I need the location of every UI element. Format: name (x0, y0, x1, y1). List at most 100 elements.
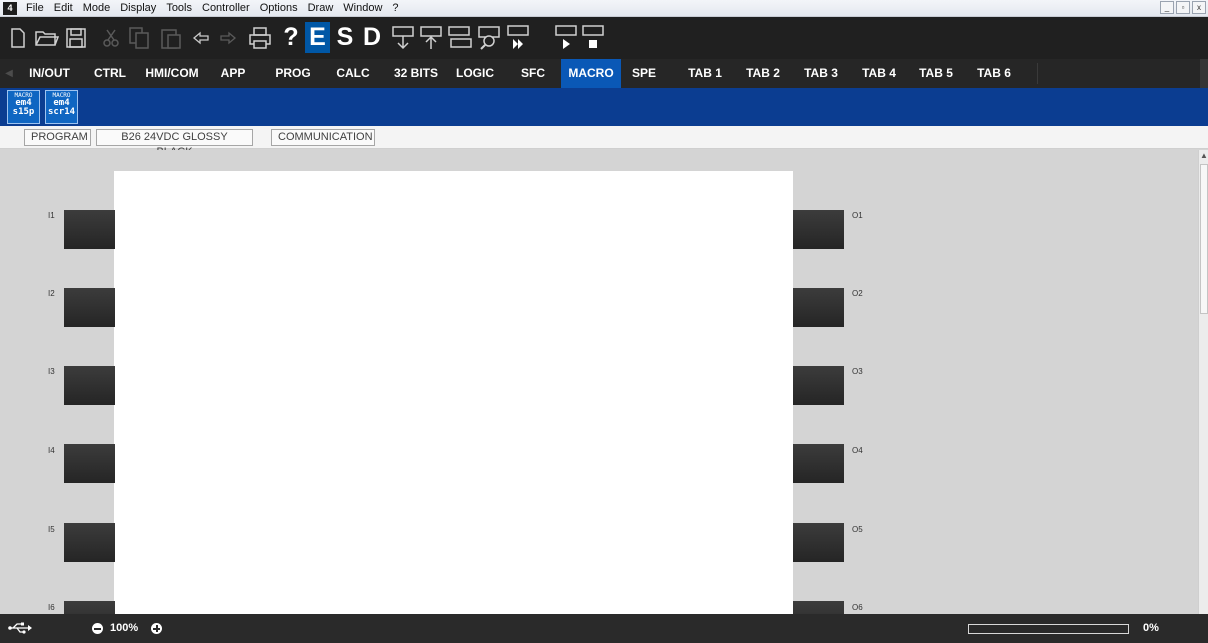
monitor-search-icon[interactable] (476, 22, 504, 53)
macro-line2: scr14 (47, 107, 76, 117)
input-label: I6 (48, 603, 55, 612)
toolbar: ? E S D (0, 17, 1208, 59)
input-block[interactable] (64, 523, 115, 562)
compare-program-icon[interactable] (446, 22, 474, 53)
scrollbar-thumb[interactable] (1200, 164, 1208, 314)
print-icon[interactable] (248, 22, 272, 53)
menu-bar: 4 File Edit Mode Display Tools Controlle… (0, 0, 1208, 17)
tab-in-out[interactable]: IN/OUT (24, 59, 75, 88)
menu-file[interactable]: File (21, 0, 49, 17)
output-block[interactable] (793, 210, 844, 249)
workspace[interactable]: I1 I2 I3 I4 I5 I6 O1 O2 O3 O4 O5 O6 (0, 150, 1198, 614)
input-label: I2 (48, 289, 55, 298)
menu-help[interactable]: ? (387, 0, 403, 17)
undo-icon[interactable] (190, 22, 212, 53)
paste-icon[interactable] (158, 22, 184, 53)
input-block[interactable] (64, 444, 115, 483)
doc-tab-program[interactable]: PROGRAM (24, 129, 91, 146)
tab-app[interactable]: APP (213, 59, 253, 88)
menu-options[interactable]: Options (255, 0, 303, 17)
macro-block-em4-s15p[interactable]: MACRO em4 s15p (7, 90, 40, 124)
simulation-mode-button[interactable]: S (333, 22, 357, 53)
tab-sfc[interactable]: SFC (509, 59, 557, 88)
tab-tab-3[interactable]: TAB 3 (798, 59, 844, 88)
save-icon[interactable] (63, 22, 89, 53)
input-label: I5 (48, 525, 55, 534)
doc-tab-communication[interactable]: COMMUNICATION (271, 129, 375, 146)
menu-window[interactable]: Window (338, 0, 387, 17)
help-icon[interactable]: ? (280, 22, 302, 53)
tab-hmi-com[interactable]: HMI/COM (138, 59, 206, 88)
output-label: O3 (852, 367, 863, 376)
vertical-scrollbar[interactable]: ▲ (1198, 150, 1208, 614)
minimize-button[interactable]: _ (1160, 1, 1174, 14)
copy-icon[interactable] (126, 22, 152, 53)
menu-controller[interactable]: Controller (197, 0, 255, 17)
input-label: I3 (48, 367, 55, 376)
menu-tools[interactable]: Tools (161, 0, 197, 17)
tab-tab-5[interactable]: TAB 5 (913, 59, 959, 88)
run-icon[interactable] (553, 22, 579, 53)
zoom-in-icon[interactable] (151, 623, 162, 634)
zoom-level: 100% (110, 622, 139, 634)
tab-prog[interactable]: PROG (265, 59, 321, 88)
stop-icon[interactable] (580, 22, 606, 53)
window-controls: _ ▫ x (1160, 1, 1208, 14)
tab-scroll-left-icon[interactable]: ◀ (2, 59, 16, 88)
output-label: O5 (852, 525, 863, 534)
macro-palette: MACRO em4 s15p MACRO em4 scr14 (0, 88, 1208, 126)
output-block[interactable] (793, 444, 844, 483)
tab-tab-1[interactable]: TAB 1 (682, 59, 728, 88)
input-block[interactable] (64, 288, 115, 327)
output-block[interactable] (793, 601, 844, 614)
tab-divider (1037, 63, 1038, 84)
input-block[interactable] (64, 601, 115, 614)
tab-scroll-right-icon[interactable] (1200, 59, 1208, 88)
menu-edit[interactable]: Edit (49, 0, 78, 17)
output-label: O2 (852, 289, 863, 298)
redo-icon[interactable] (217, 22, 239, 53)
function-tabs: ◀ IN/OUT CTRL HMI/COM APP PROG CALC 32 B… (0, 59, 1208, 88)
input-block[interactable] (64, 366, 115, 405)
debug-mode-button[interactable]: D (360, 22, 384, 53)
macro-line2: s15p (12, 107, 35, 117)
tab-tab-4[interactable]: TAB 4 (856, 59, 902, 88)
program-canvas[interactable] (114, 171, 793, 614)
cut-icon[interactable] (100, 22, 122, 53)
macro-block-em4-scr14[interactable]: MACRO em4 scr14 (45, 90, 78, 124)
menu-draw[interactable]: Draw (303, 0, 339, 17)
tab-spe[interactable]: SPE (622, 59, 666, 88)
restore-button[interactable]: ▫ (1176, 1, 1190, 14)
new-file-icon[interactable] (8, 22, 28, 53)
zoom-out-icon[interactable] (92, 623, 103, 634)
upload-program-icon[interactable] (418, 22, 444, 53)
output-block[interactable] (793, 523, 844, 562)
tab-logic[interactable]: LOGIC (447, 59, 503, 88)
edit-mode-button[interactable]: E (305, 22, 330, 53)
output-block[interactable] (793, 288, 844, 327)
progress-bar (968, 624, 1129, 634)
close-button[interactable]: x (1192, 1, 1206, 14)
output-block[interactable] (793, 366, 844, 405)
open-folder-icon[interactable] (33, 22, 61, 53)
menu-display[interactable]: Display (115, 0, 161, 17)
document-tabs: PROGRAM B26 24VDC GLOSSY BLACK COMMUNICA… (0, 126, 1208, 158)
usb-icon (8, 622, 32, 634)
scroll-up-icon[interactable]: ▲ (1199, 150, 1208, 162)
input-block[interactable] (64, 210, 115, 249)
status-bar: 100% 0% (0, 614, 1208, 643)
input-label: I1 (48, 211, 55, 220)
tab-tab-6[interactable]: TAB 6 (971, 59, 1017, 88)
doc-tab-b26[interactable]: B26 24VDC GLOSSY BLACK (96, 129, 253, 158)
output-label: O4 (852, 446, 863, 455)
tab-32-bits[interactable]: 32 BITS (386, 59, 446, 88)
menu-mode[interactable]: Mode (78, 0, 116, 17)
output-label: O6 (852, 603, 863, 612)
tab-calc[interactable]: CALC (328, 59, 378, 88)
tab-ctrl[interactable]: CTRL (88, 59, 132, 88)
tab-macro[interactable]: MACRO (561, 59, 621, 88)
tab-tab-2[interactable]: TAB 2 (740, 59, 786, 88)
download-program-icon[interactable] (390, 22, 416, 53)
app-logo: 4 (3, 1, 17, 15)
run-step-icon[interactable] (505, 22, 531, 53)
